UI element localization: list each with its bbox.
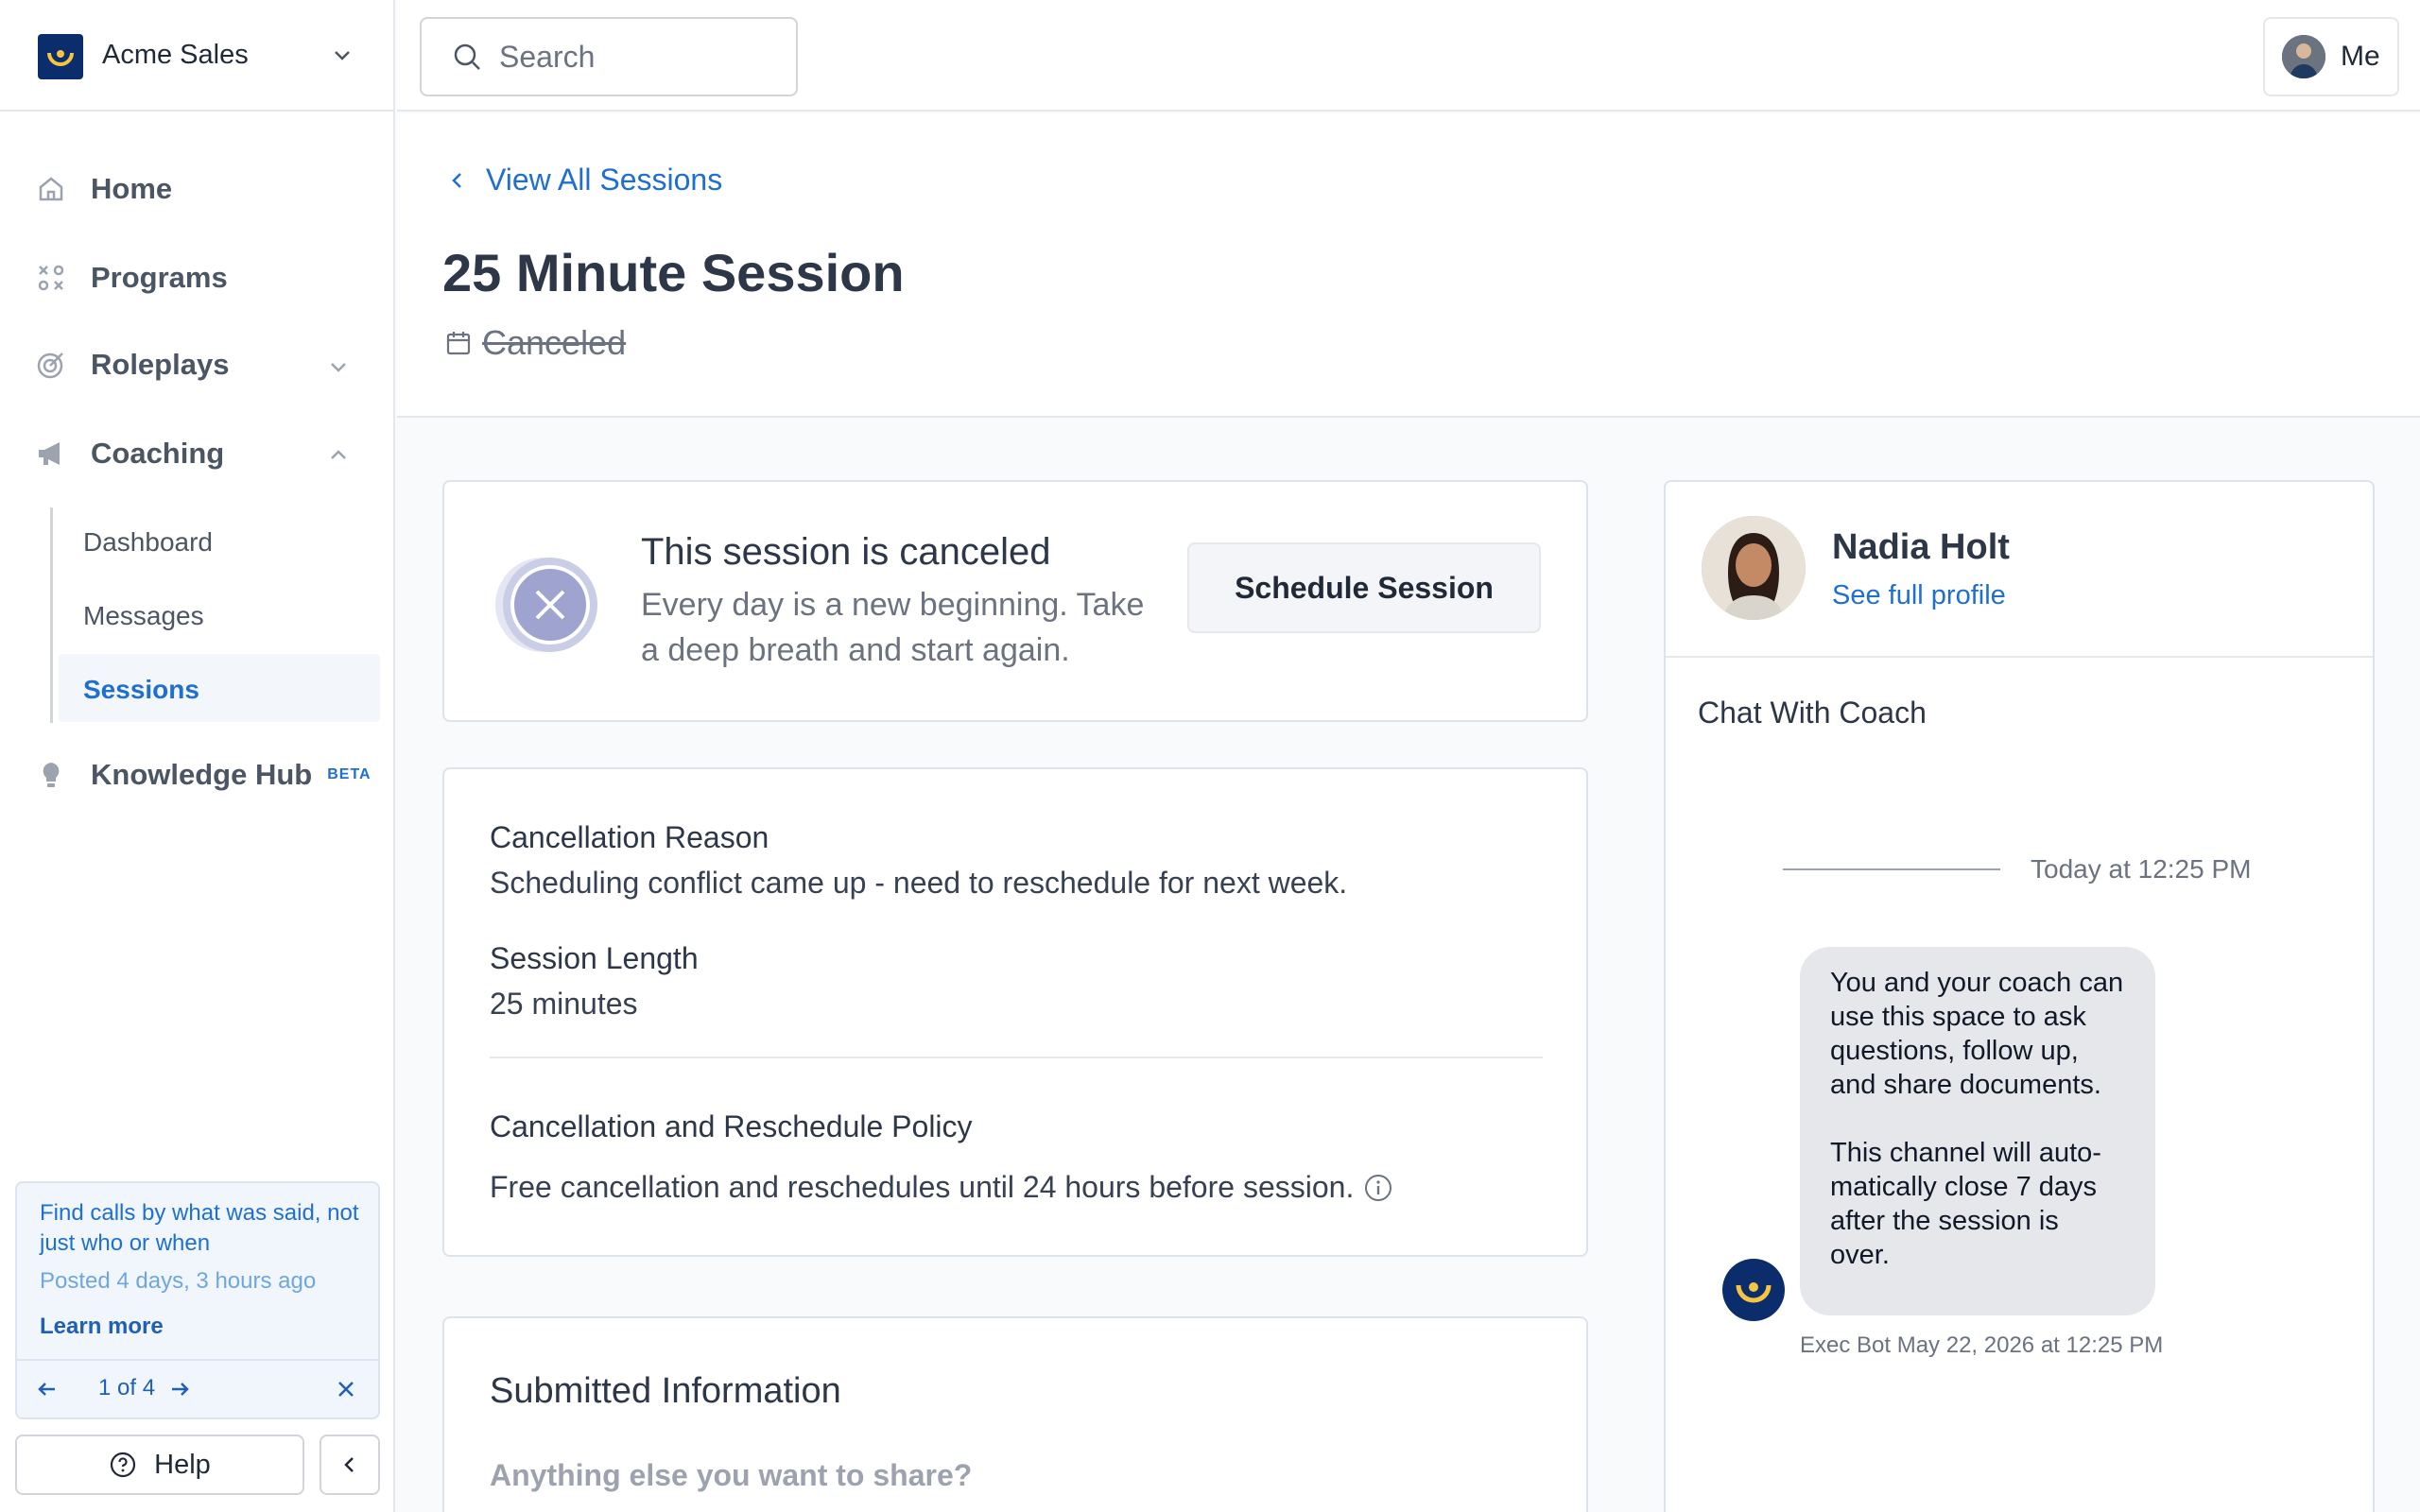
avatar	[2282, 35, 2325, 78]
chat-timestamp: Today at 12:25 PM	[2031, 854, 2252, 884]
coach-panel: Nadia Holt See full profile Chat With Co…	[1664, 480, 2375, 1512]
nav-label: Roleplays	[91, 348, 230, 381]
cancellation-reason-label: Cancellation Reason	[490, 820, 769, 854]
announcement-pager: 1 of 4	[98, 1375, 156, 1400]
nav-label: Programs	[91, 261, 228, 294]
nav-label: Knowledge Hub	[91, 758, 313, 791]
session-details-card: Cancellation Reason Scheduling conflict …	[442, 767, 1588, 1257]
arrow-right-icon[interactable]	[166, 1376, 193, 1402]
session-status: Canceled	[444, 323, 626, 363]
workspace-name: Acme Sales	[102, 40, 249, 70]
collapse-sidebar-button[interactable]	[320, 1435, 380, 1495]
top-bar: Me	[397, 0, 2420, 112]
submitted-question: Anything else you want to share?	[490, 1458, 973, 1492]
chat-message-meta: Exec Bot May 22, 2026 at 12:25 PM	[1800, 1332, 2164, 1358]
announcement-card: Find calls by what was said, not just wh…	[15, 1181, 380, 1419]
target-icon	[37, 352, 63, 379]
chat-message: You and your coach can use this space to…	[1800, 947, 2155, 1315]
chevron-down-icon	[335, 51, 350, 60]
chevron-left-icon	[452, 172, 461, 188]
help-button[interactable]: Help	[15, 1435, 304, 1495]
cancellation-reason-value: Scheduling conflict came up - need to re…	[490, 866, 1348, 900]
coach-avatar	[1702, 516, 1806, 620]
search-icon	[454, 43, 480, 70]
megaphone-icon	[39, 442, 60, 465]
subnav-line	[50, 507, 53, 723]
chevron-down-icon[interactable]	[327, 355, 350, 378]
calendar-icon	[446, 332, 471, 355]
arrow-left-icon[interactable]	[34, 1376, 60, 1402]
learn-more-link[interactable]: Learn more	[40, 1314, 164, 1340]
back-link-label: View All Sessions	[486, 163, 723, 197]
chevron-left-icon	[344, 1457, 354, 1472]
help-icon	[111, 1452, 136, 1478]
search-input[interactable]	[499, 39, 783, 75]
nav-item-roleplays[interactable]: Roleplays	[36, 348, 229, 382]
close-icon[interactable]	[335, 1378, 357, 1400]
lightbulb-icon	[43, 763, 60, 787]
canceled-card: This session is canceled Every day is a …	[442, 480, 1588, 722]
schedule-session-button[interactable]: Schedule Session	[1187, 542, 1541, 633]
user-menu-button[interactable]: Me	[2263, 17, 2399, 96]
divider	[1666, 656, 2373, 658]
subnav-item-dashboard[interactable]: Dashboard	[83, 527, 213, 558]
sidebar: Acme Sales Home Programs Roleplays Coach…	[0, 0, 395, 1512]
divider	[490, 1057, 1543, 1058]
programs-icon	[38, 265, 64, 291]
page-title: 25 Minute Session	[442, 243, 905, 302]
chevron-up-icon[interactable]	[327, 444, 350, 467]
bot-avatar	[1722, 1259, 1785, 1321]
policy-label: Cancellation and Reschedule Policy	[490, 1109, 973, 1143]
policy-value: Free cancellation and reschedules until …	[490, 1170, 1355, 1204]
nav-item-home[interactable]: Home	[36, 172, 172, 206]
nav-item-knowledge-hub[interactable]: Knowledge Hub BETA	[36, 758, 372, 792]
workspace-switcher[interactable]: Acme Sales	[0, 0, 395, 112]
timestamp-divider	[1783, 868, 2000, 870]
nav-label: Coaching	[91, 437, 225, 470]
see-full-profile-link[interactable]: See full profile	[1832, 580, 2006, 611]
nav-item-coaching[interactable]: Coaching	[36, 437, 224, 471]
submitted-info-card: Submitted Information Anything else you …	[442, 1316, 1588, 1512]
status-label: Canceled	[482, 323, 627, 362]
announcement-posted: Posted 4 days, 3 hours ago	[40, 1268, 317, 1294]
divider	[17, 1359, 378, 1361]
cancel-x-icon	[495, 558, 597, 652]
nav-label: Home	[91, 172, 173, 205]
canceled-message: Every day is a new beginning. Take a dee…	[641, 587, 1145, 668]
policy-row: Free cancellation and reschedules until …	[490, 1170, 1393, 1205]
info-icon[interactable]	[1363, 1173, 1393, 1203]
canceled-title: This session is canceled	[641, 531, 1051, 573]
nav-item-programs[interactable]: Programs	[36, 261, 228, 295]
subnav-item-messages[interactable]: Messages	[83, 601, 204, 631]
beta-badge: BETA	[327, 766, 372, 782]
chat-title: Chat With Coach	[1698, 696, 1927, 730]
help-label: Help	[154, 1449, 211, 1480]
back-link[interactable]: View All Sessions	[446, 163, 722, 198]
session-length-label: Session Length	[490, 941, 699, 975]
session-length-value: 25 minutes	[490, 987, 638, 1021]
subnav-item-sessions[interactable]: Sessions	[83, 675, 199, 705]
home-icon	[39, 177, 63, 201]
announcement-title: Find calls by what was said, not just wh…	[40, 1200, 359, 1256]
submitted-info-title: Submitted Information	[490, 1371, 841, 1411]
page-header: View All Sessions 25 Minute Session Canc…	[397, 113, 2420, 418]
user-menu-label: Me	[2341, 41, 2380, 72]
brand-logo	[38, 34, 83, 79]
search-box[interactable]	[420, 17, 798, 96]
coach-name: Nadia Holt	[1832, 527, 2010, 567]
